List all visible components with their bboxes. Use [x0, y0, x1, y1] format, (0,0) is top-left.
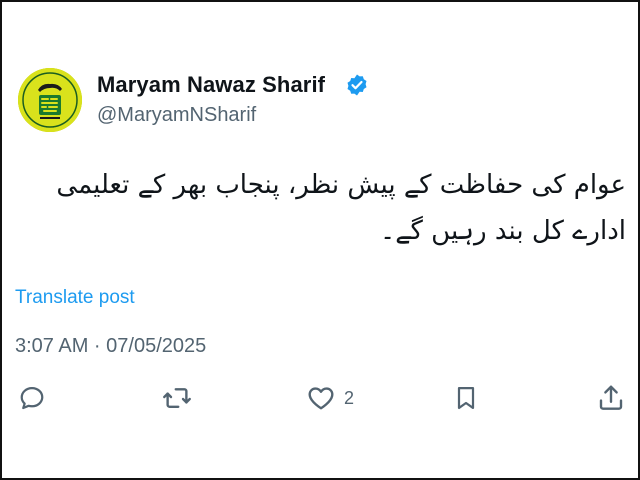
heart-icon: [308, 387, 334, 410]
like-count: 2: [344, 387, 355, 408]
share-button[interactable]: [596, 382, 626, 414]
profile-avatar[interactable]: [18, 68, 82, 132]
post-timestamp[interactable]: 3:07 AM · 07/05/2025: [15, 335, 206, 358]
share-icon: [599, 385, 623, 410]
post-card: Maryam Nawaz Sharif @MaryamNSharif عوام …: [0, 0, 640, 480]
reply-button[interactable]: [18, 382, 46, 414]
verified-badge-icon: [347, 74, 367, 96]
like-button[interactable]: 2: [306, 382, 354, 414]
reply-icon: [20, 386, 44, 410]
post-text: عوام کی حفاظت کے پیش نظر، پنجاب بھر کے ت…: [56, 170, 626, 246]
repost-icon: [163, 388, 191, 408]
translate-post-link[interactable]: Translate post: [15, 287, 135, 309]
repost-button[interactable]: [162, 382, 192, 414]
author-handle[interactable]: @MaryamNSharif: [97, 104, 256, 127]
bookmark-button[interactable]: [452, 382, 480, 414]
bookmark-icon: [457, 386, 475, 410]
author-name[interactable]: Maryam Nawaz Sharif: [97, 72, 325, 98]
party-logo-icon: [18, 68, 82, 132]
